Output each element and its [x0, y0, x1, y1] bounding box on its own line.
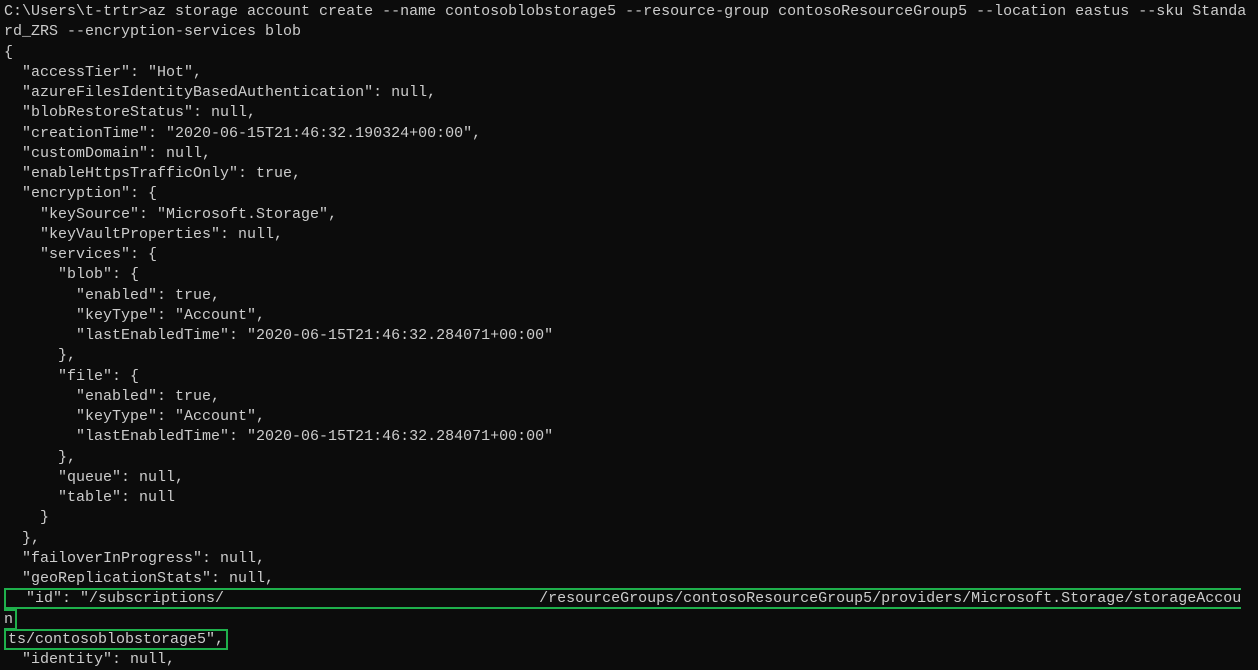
json-blob-close: },	[4, 347, 76, 364]
highlighted-id-line-1: "id": "/subscriptions/ /resourceGroups/c…	[4, 588, 1241, 629]
json-services-open: "services": {	[4, 246, 157, 263]
json-azure-files: "azureFilesIdentityBasedAuthentication":…	[4, 84, 436, 101]
json-open-brace: {	[4, 44, 13, 61]
json-file-close: },	[4, 449, 76, 466]
prompt-path: C:\Users\t-trtr>	[4, 3, 148, 20]
json-enable-https: "enableHttpsTrafficOnly": true,	[4, 165, 301, 182]
json-table: "table": null	[4, 489, 175, 506]
json-file-last-enabled: "lastEnabledTime": "2020-06-15T21:46:32.…	[4, 428, 553, 445]
json-services-close: }	[4, 509, 49, 526]
json-file-keytype: "keyType": "Account",	[4, 408, 265, 425]
json-queue: "queue": null,	[4, 469, 184, 486]
highlighted-id-line-2: ts/contosoblobstorage5",	[4, 629, 228, 650]
json-key-source: "keySource": "Microsoft.Storage",	[4, 206, 337, 223]
json-id-part2: ts/contosoblobstorage5",	[8, 631, 224, 648]
json-identity: "identity": null,	[4, 651, 175, 668]
json-id-part1: "id": "/subscriptions/ /resourceGroups/c…	[4, 590, 1241, 627]
json-file-enabled: "enabled": true,	[4, 388, 220, 405]
json-key-vault: "keyVaultProperties": null,	[4, 226, 283, 243]
json-blob-last-enabled: "lastEnabledTime": "2020-06-15T21:46:32.…	[4, 327, 553, 344]
json-creation-time: "creationTime": "2020-06-15T21:46:32.190…	[4, 125, 481, 142]
json-access-tier: "accessTier": "Hot",	[4, 64, 202, 81]
json-blob-open: "blob": {	[4, 266, 139, 283]
json-encryption-open: "encryption": {	[4, 185, 157, 202]
json-geo-replication: "geoReplicationStats": null,	[4, 570, 274, 587]
json-blob-enabled: "enabled": true,	[4, 287, 220, 304]
command-prompt: C:\Users\t-trtr>az storage account creat…	[4, 3, 1246, 40]
json-encryption-close: },	[4, 530, 40, 547]
json-file-open: "file": {	[4, 368, 139, 385]
json-blob-restore: "blobRestoreStatus": null,	[4, 104, 256, 121]
command-text: az storage account create --name contoso…	[4, 3, 1246, 40]
terminal-output[interactable]: C:\Users\t-trtr>az storage account creat…	[4, 2, 1254, 670]
json-custom-domain: "customDomain": null,	[4, 145, 211, 162]
json-blob-keytype: "keyType": "Account",	[4, 307, 265, 324]
json-failover: "failoverInProgress": null,	[4, 550, 265, 567]
